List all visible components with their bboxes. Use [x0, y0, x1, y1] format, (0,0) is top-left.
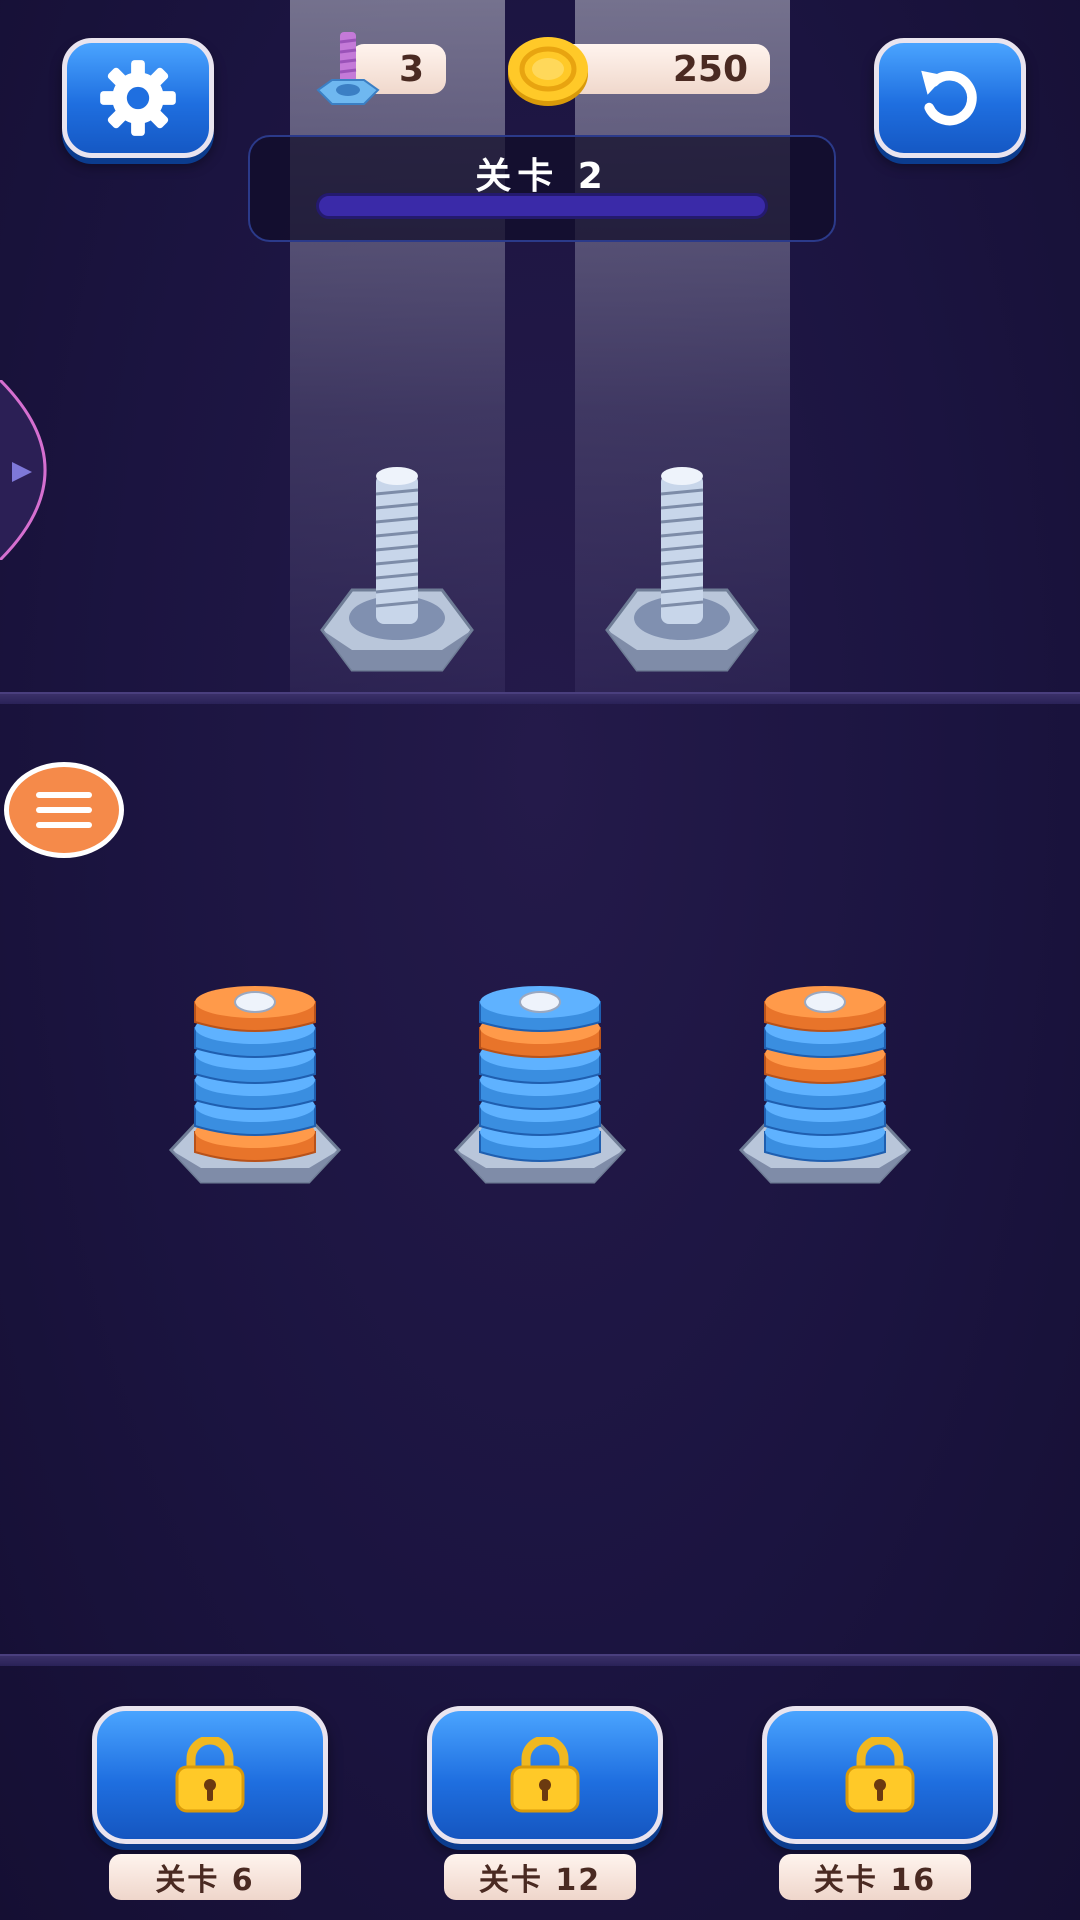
settings-button[interactable]	[62, 38, 214, 158]
divider-top	[0, 692, 1080, 704]
level-title: 关卡 2	[475, 156, 609, 197]
nut-stack[interactable]	[735, 970, 915, 1210]
level-progress-bar	[316, 193, 768, 219]
empty-bolt[interactable]	[312, 460, 482, 680]
locked-level-button[interactable]	[762, 1706, 998, 1844]
menu-button[interactable]	[4, 762, 124, 858]
bolt-tip	[519, 991, 561, 1013]
nut-stack[interactable]	[165, 970, 345, 1210]
lock-icon	[845, 1737, 915, 1813]
lock-icon	[175, 1737, 245, 1813]
locked-level-label: 关卡 12	[444, 1854, 636, 1900]
locked-level-button[interactable]	[427, 1706, 663, 1844]
coin-count-pill: 250	[560, 44, 770, 94]
empty-bolt[interactable]	[597, 460, 767, 680]
locked-level-button[interactable]	[92, 1706, 328, 1844]
coin-icon	[508, 37, 588, 106]
gear-icon	[100, 60, 176, 136]
side-drawer-tab[interactable]	[0, 380, 50, 560]
level-panel: 关卡 2	[248, 135, 836, 242]
screw-icon	[316, 32, 380, 105]
nut-stack[interactable]	[450, 970, 630, 1210]
undo-icon	[921, 70, 977, 126]
bolt-tip	[804, 991, 846, 1013]
menu-icon	[36, 792, 92, 828]
screw-count: 3	[398, 48, 424, 90]
lock-icon	[510, 1737, 580, 1813]
undo-button[interactable]	[874, 38, 1026, 158]
coin-count: 250	[672, 48, 748, 90]
bolt-tip	[234, 991, 276, 1013]
locked-level-label: 关卡 16	[779, 1854, 971, 1900]
divider-bottom	[0, 1654, 1080, 1666]
locked-level-label: 关卡 6	[109, 1854, 301, 1900]
